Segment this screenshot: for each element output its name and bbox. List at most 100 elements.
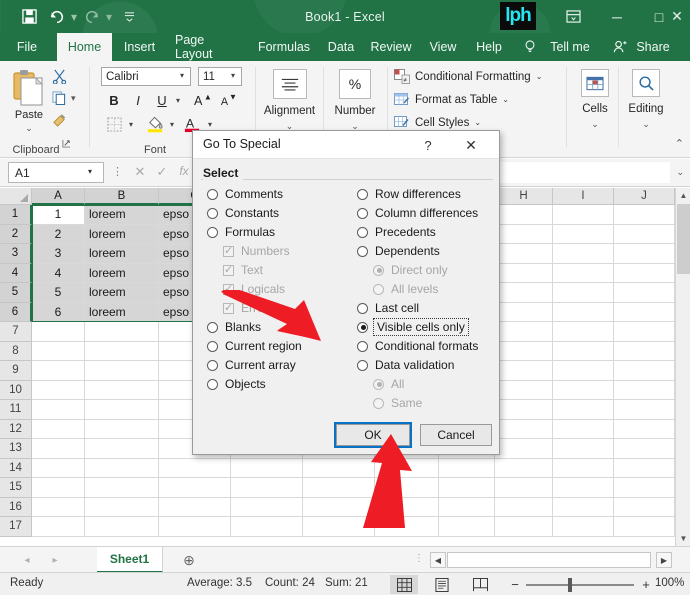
column-header-B[interactable]: B xyxy=(85,188,159,205)
cell-E15[interactable] xyxy=(303,478,375,498)
increase-font-size-icon[interactable]: A ▲ xyxy=(193,91,213,109)
cell-I13[interactable] xyxy=(553,439,614,459)
cell-J12[interactable] xyxy=(614,419,675,439)
help-icon[interactable]: ? xyxy=(417,135,439,155)
cell-A15[interactable] xyxy=(32,478,85,498)
alignment-icon[interactable] xyxy=(273,69,307,99)
vertical-scroll-thumb[interactable] xyxy=(677,204,690,274)
option-constants[interactable]: Constants xyxy=(207,206,279,220)
tab-split-handle[interactable]: ⋮ xyxy=(414,553,424,564)
tab-tell-me[interactable]: Tell me xyxy=(541,33,599,61)
row-header-6[interactable]: 6 xyxy=(0,302,32,322)
row-header-17[interactable]: 17 xyxy=(0,517,32,537)
cell-J15[interactable] xyxy=(614,478,675,498)
font-name-caret-icon[interactable]: ▾ xyxy=(180,71,184,80)
option-row-differences[interactable]: Row differences xyxy=(357,187,461,201)
cell-B13[interactable] xyxy=(85,439,159,459)
cell-I11[interactable] xyxy=(553,400,614,420)
cell-J8[interactable] xyxy=(614,341,675,361)
column-header-I[interactable]: I xyxy=(553,188,614,205)
cell-styles-caret-icon[interactable]: ⌄ xyxy=(474,118,481,127)
cell-I8[interactable] xyxy=(553,341,614,361)
expand-formula-bar-icon[interactable]: ⌄ xyxy=(676,167,684,178)
cell-H2[interactable] xyxy=(495,224,553,244)
cell-G14[interactable] xyxy=(439,458,495,478)
cell-H1[interactable] xyxy=(495,205,553,225)
radio-row-differences-icon[interactable] xyxy=(357,188,368,200)
radio-conditional-formats-icon[interactable] xyxy=(357,340,368,352)
option-data-validation[interactable]: Data validation xyxy=(357,358,454,372)
paste-icon[interactable] xyxy=(12,69,46,109)
radio-precedents-icon[interactable] xyxy=(357,226,368,238)
option-blanks[interactable]: Blanks xyxy=(207,320,261,334)
option-visible-cells-only[interactable]: Visible cells only xyxy=(357,318,469,336)
cell-H3[interactable] xyxy=(495,244,553,264)
cell-F17[interactable] xyxy=(375,517,439,537)
cell-A3[interactable]: 3 xyxy=(32,244,85,264)
editing-caret-icon[interactable]: ⌄ xyxy=(620,119,672,130)
row-header-7[interactable]: 7 xyxy=(0,322,32,342)
select-all-corner[interactable] xyxy=(0,188,32,205)
scroll-up-icon[interactable]: ▲ xyxy=(676,188,690,203)
bold-button[interactable]: B xyxy=(104,91,124,109)
borders-caret-icon[interactable]: ▾ xyxy=(126,117,136,131)
font-size-caret-icon[interactable]: ▾ xyxy=(231,71,235,80)
radio-visible-cells-only-icon[interactable] xyxy=(357,321,368,333)
cell-J16[interactable] xyxy=(614,497,675,517)
row-header-1[interactable]: 1 xyxy=(0,205,32,225)
cells-icon[interactable] xyxy=(581,69,609,97)
copy-icon[interactable] xyxy=(52,91,70,107)
ok-button[interactable]: OK xyxy=(336,424,410,446)
cell-J14[interactable] xyxy=(614,458,675,478)
zoom-in-button[interactable]: + xyxy=(639,577,653,592)
row-header-5[interactable]: 5 xyxy=(0,283,32,303)
search-magnifier-icon[interactable] xyxy=(632,69,660,97)
copy-dropdown-caret-icon[interactable]: ▾ xyxy=(71,93,76,104)
cell-J10[interactable] xyxy=(614,380,675,400)
cell-A14[interactable] xyxy=(32,458,85,478)
radio-blanks-icon[interactable] xyxy=(207,321,218,333)
add-sheet-icon[interactable]: ⊕ xyxy=(180,551,198,569)
fill-color-icon[interactable] xyxy=(145,113,165,133)
radio-constants-icon[interactable] xyxy=(207,207,218,219)
option-dependents[interactable]: Dependents xyxy=(357,244,440,258)
previous-sheet-icon[interactable]: ◂ xyxy=(16,552,38,568)
cell-A1[interactable]: 1 xyxy=(32,205,85,225)
cell-H14[interactable] xyxy=(495,458,553,478)
cell-A12[interactable] xyxy=(32,419,85,439)
cell-H17[interactable] xyxy=(495,517,553,537)
cell-B16[interactable] xyxy=(85,497,159,517)
dialog-close-icon[interactable]: ✕ xyxy=(451,135,491,155)
cell-C15[interactable] xyxy=(159,478,231,498)
option-current-region[interactable]: Current region xyxy=(207,339,302,353)
row-header-3[interactable]: 3 xyxy=(0,244,32,264)
zoom-out-button[interactable]: − xyxy=(508,577,522,592)
cell-A17[interactable] xyxy=(32,517,85,537)
column-header-A[interactable]: A xyxy=(32,188,85,205)
cell-A11[interactable] xyxy=(32,400,85,420)
tab-view[interactable]: View xyxy=(421,33,465,61)
cell-B17[interactable] xyxy=(85,517,159,537)
cell-H10[interactable] xyxy=(495,380,553,400)
cell-C16[interactable] xyxy=(159,497,231,517)
tab-home[interactable]: Home xyxy=(57,33,112,61)
view-page-layout-icon[interactable] xyxy=(428,575,456,594)
cell-H6[interactable] xyxy=(495,302,553,322)
column-header-H[interactable]: H xyxy=(495,188,553,205)
cell-I3[interactable] xyxy=(553,244,614,264)
cell-H7[interactable] xyxy=(495,322,553,342)
cell-D17[interactable] xyxy=(231,517,303,537)
cell-B14[interactable] xyxy=(85,458,159,478)
horizontal-scrollbar[interactable] xyxy=(447,552,651,568)
cell-I17[interactable] xyxy=(553,517,614,537)
row-header-8[interactable]: 8 xyxy=(0,341,32,361)
cell-H4[interactable] xyxy=(495,263,553,283)
row-header-11[interactable]: 11 xyxy=(0,400,32,420)
format-as-table-caret-icon[interactable]: ⌄ xyxy=(502,95,509,104)
cell-B12[interactable] xyxy=(85,419,159,439)
cell-C14[interactable] xyxy=(159,458,231,478)
hscroll-right-icon[interactable]: ▶ xyxy=(656,552,672,568)
cell-I2[interactable] xyxy=(553,224,614,244)
underline-button[interactable]: U xyxy=(152,91,172,109)
cell-B1[interactable]: loreem xyxy=(85,205,159,225)
